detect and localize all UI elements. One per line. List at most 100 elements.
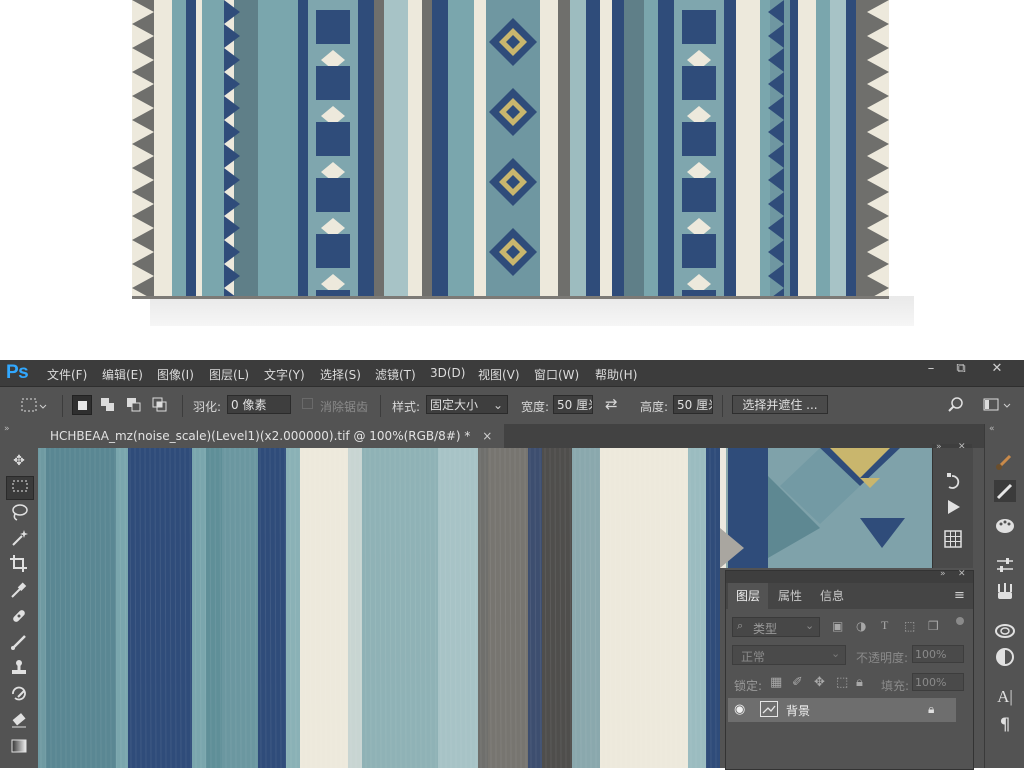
restore-icon[interactable]: ⧉: [948, 360, 974, 378]
crop-tool-icon[interactable]: [6, 554, 32, 576]
panel-close-icon[interactable]: ✕: [958, 569, 966, 579]
canvas-stripe: [192, 448, 206, 768]
lock-label: 锁定:: [734, 679, 763, 693]
paths-tool-icon[interactable]: [994, 580, 1016, 602]
visibility-eye-icon[interactable]: ◉: [734, 702, 745, 717]
panel-menu-icon[interactable]: ≡: [954, 588, 965, 603]
opacity-input[interactable]: 100%: [912, 645, 964, 663]
menu-help[interactable]: 帮助(H): [595, 366, 637, 383]
menu-window[interactable]: 窗口(W): [534, 366, 579, 383]
layer-lock-icon[interactable]: 🔒︎: [928, 702, 934, 717]
document-canvas-right[interactable]: [720, 448, 932, 568]
lock-position-icon[interactable]: ✥: [814, 675, 825, 690]
fill-input[interactable]: 100%: [912, 673, 964, 691]
lock-transparent-icon[interactable]: ▦: [770, 675, 782, 690]
adjustments-sliders-icon[interactable]: [994, 554, 1016, 576]
menu-file[interactable]: 文件(F): [47, 366, 87, 383]
rug-stripe: [474, 0, 486, 296]
filter-adjustment-icon[interactable]: ◑: [856, 619, 866, 633]
adjustments-circle-icon[interactable]: [994, 646, 1016, 668]
filter-type-icon[interactable]: T: [881, 618, 888, 633]
workspace-switcher-icon[interactable]: [982, 395, 1016, 415]
eraser-tool-icon[interactable]: [6, 710, 32, 732]
magic-wand-tool-icon[interactable]: [6, 528, 32, 550]
menu-bar: Ps 文件(F) 编辑(E) 图像(I) 图层(L) 文字(Y) 选择(S) 滤…: [0, 360, 1024, 386]
swatches-palette-icon[interactable]: [994, 514, 1016, 536]
filter-toggle-icon[interactable]: [956, 617, 964, 625]
brush-presets-icon[interactable]: [994, 450, 1016, 472]
rug-stripe: [258, 0, 298, 296]
swap-width-height-icon[interactable]: ⇄: [605, 395, 618, 413]
opacity-label: 不透明度:: [856, 651, 909, 665]
add-selection-icon[interactable]: [98, 395, 118, 415]
libraries-cloud-icon[interactable]: [994, 620, 1016, 642]
lock-artboard-icon[interactable]: ⬚: [836, 675, 848, 690]
canvas-motif: [720, 448, 932, 568]
history-panel-icon[interactable]: [942, 470, 964, 492]
grid-panel-icon[interactable]: [942, 528, 964, 550]
history-brush-tool-icon[interactable]: [6, 684, 32, 706]
canvas-stripe: [206, 448, 222, 768]
lasso-tool-icon[interactable]: [6, 502, 32, 524]
rug-stripe: [432, 0, 448, 296]
menu-select[interactable]: 选择(S): [320, 366, 361, 383]
layer-row[interactable]: ◉ 背景 🔒︎: [728, 698, 956, 722]
rug-stripe: [658, 0, 674, 296]
intersect-selection-icon[interactable]: [150, 395, 170, 415]
rug-motif-block: [316, 234, 350, 268]
blend-mode-select[interactable]: 正常 ⌄: [732, 645, 846, 665]
menu-filter[interactable]: 滤镜(T): [375, 366, 416, 383]
eyedropper-tool-icon[interactable]: [6, 580, 32, 602]
close-icon[interactable]: ✕: [984, 360, 1010, 378]
move-tool-icon[interactable]: ✥: [6, 450, 32, 472]
document-tab[interactable]: HCHBEAA_mz(noise_scale)(Level1)(x2.00000…: [38, 424, 505, 448]
tab-layers[interactable]: 图层: [728, 583, 769, 609]
lock-all-icon[interactable]: 🔒︎: [856, 675, 863, 690]
rug-stripe: [448, 0, 474, 296]
style-select[interactable]: 固定大小 ⌄: [426, 395, 508, 414]
filter-smart-object-icon[interactable]: ❒: [928, 619, 939, 633]
height-input[interactable]: 50 厘米: [673, 395, 713, 414]
document-canvas[interactable]: [38, 448, 720, 768]
character-panel-icon[interactable]: A|: [994, 686, 1016, 708]
tab-properties[interactable]: 属性: [770, 583, 810, 609]
rectangular-marquee-tool-icon[interactable]: [6, 476, 34, 500]
canvas-stripe: [706, 448, 720, 768]
filter-pixel-icon[interactable]: ▣: [832, 619, 843, 633]
feather-input[interactable]: 0 像素: [227, 395, 291, 414]
layer-filter-select[interactable]: ⌕ 类型 ⌄: [732, 617, 820, 637]
menu-3d[interactable]: 3D(D): [430, 366, 465, 380]
marquee-preset-icon[interactable]: [20, 396, 47, 416]
lock-pixels-brush-icon[interactable]: ✐: [792, 675, 803, 690]
healing-brush-tool-icon[interactable]: [6, 606, 32, 628]
collapse-tools-icon[interactable]: »: [4, 424, 10, 434]
brush-settings-icon[interactable]: [994, 480, 1016, 502]
document-tab-close-icon[interactable]: ×: [482, 429, 492, 443]
minimize-icon[interactable]: –: [918, 360, 944, 378]
paragraph-panel-icon[interactable]: ¶: [994, 714, 1016, 736]
select-and-mask-button[interactable]: 选择并遮住 ...: [732, 395, 828, 414]
filter-shape-icon[interactable]: ⬚: [904, 619, 915, 633]
separator: [62, 395, 63, 417]
clone-stamp-tool-icon[interactable]: [6, 658, 32, 680]
layer-name: 背景: [786, 704, 811, 718]
canvas-stripe: [478, 448, 488, 768]
menu-view[interactable]: 视图(V): [478, 366, 520, 383]
antialias-checkbox[interactable]: [302, 398, 313, 409]
subtract-selection-icon[interactable]: [124, 395, 144, 415]
actions-play-icon[interactable]: [942, 496, 964, 518]
gradient-tool-icon[interactable]: [6, 736, 32, 758]
menu-image[interactable]: 图像(I): [157, 366, 194, 383]
menu-type[interactable]: 文字(Y): [264, 366, 305, 383]
brush-tool-icon[interactable]: [6, 632, 32, 654]
feather-label: 羽化:: [193, 400, 222, 414]
new-selection-icon[interactable]: [72, 395, 92, 415]
menu-layer[interactable]: 图层(L): [209, 366, 249, 383]
rug-stripe: [612, 0, 624, 296]
search-icon[interactable]: [946, 395, 966, 415]
menu-edit[interactable]: 编辑(E): [102, 366, 143, 383]
expand-panels-icon[interactable]: »: [940, 569, 946, 579]
width-input[interactable]: 50 厘米: [553, 395, 593, 414]
tab-info[interactable]: 信息: [812, 583, 852, 609]
collapse-right-icon[interactable]: «: [989, 424, 995, 434]
